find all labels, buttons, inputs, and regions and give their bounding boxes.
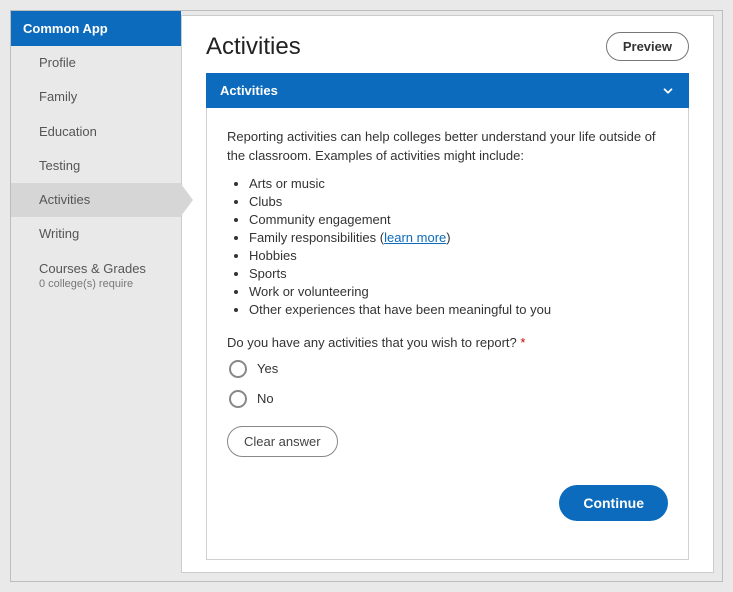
required-indicator: * bbox=[520, 335, 525, 350]
sidebar-item-label: Writing bbox=[39, 226, 79, 241]
sidebar-item-testing[interactable]: Testing bbox=[11, 149, 181, 183]
main-panel: Activities Preview Activities Reporting … bbox=[181, 15, 714, 573]
list-item: Community engagement bbox=[249, 212, 668, 227]
sidebar-item-label: Courses & Grades bbox=[39, 261, 146, 276]
radio-icon bbox=[229, 390, 247, 408]
sidebar-item-writing[interactable]: Writing bbox=[11, 217, 181, 251]
list-item: Work or volunteering bbox=[249, 284, 668, 299]
main-header: Activities Preview bbox=[206, 32, 689, 73]
clear-answer-button[interactable]: Clear answer bbox=[227, 426, 338, 457]
section-header-activities[interactable]: Activities bbox=[206, 73, 689, 108]
radio-label: No bbox=[257, 391, 274, 406]
question-label: Do you have any activities that you wish… bbox=[227, 335, 517, 350]
learn-more-link[interactable]: learn more bbox=[384, 230, 446, 245]
preview-button[interactable]: Preview bbox=[606, 32, 689, 61]
examples-list: Arts or music Clubs Community engagement… bbox=[249, 176, 668, 317]
sidebar-item-family[interactable]: Family bbox=[11, 80, 181, 114]
section-header-label: Activities bbox=[220, 83, 278, 98]
radio-option-yes[interactable]: Yes bbox=[229, 360, 668, 378]
page-title: Activities bbox=[206, 33, 301, 61]
list-item: Clubs bbox=[249, 194, 668, 209]
app-frame: Common App Profile Family Education Test… bbox=[10, 10, 723, 582]
radio-label: Yes bbox=[257, 361, 278, 376]
intro-text: Reporting activities can help colleges b… bbox=[227, 128, 668, 166]
sidebar: Common App Profile Family Education Test… bbox=[11, 11, 181, 581]
continue-button[interactable]: Continue bbox=[559, 485, 668, 521]
list-item: Family responsibilities (learn more) bbox=[249, 230, 668, 245]
chevron-down-icon bbox=[661, 84, 675, 98]
radio-option-no[interactable]: No bbox=[229, 390, 668, 408]
section-body: Reporting activities can help colleges b… bbox=[206, 108, 689, 560]
sidebar-item-education[interactable]: Education bbox=[11, 115, 181, 149]
list-item-text: Family responsibilities bbox=[249, 230, 376, 245]
sidebar-item-subtext: 0 college(s) require bbox=[39, 278, 161, 290]
sidebar-header: Common App bbox=[11, 11, 181, 46]
radio-icon bbox=[229, 360, 247, 378]
sidebar-item-profile[interactable]: Profile bbox=[11, 46, 181, 80]
sidebar-item-label: Activities bbox=[39, 192, 90, 207]
sidebar-item-courses-grades[interactable]: Courses & Grades 0 college(s) require bbox=[11, 252, 181, 300]
sidebar-item-label: Family bbox=[39, 89, 77, 104]
question-text: Do you have any activities that you wish… bbox=[227, 335, 668, 350]
list-item: Hobbies bbox=[249, 248, 668, 263]
footer-row: Continue bbox=[227, 485, 668, 521]
list-item: Other experiences that have been meaning… bbox=[249, 302, 668, 317]
sidebar-item-label: Profile bbox=[39, 55, 76, 70]
sidebar-item-activities[interactable]: Activities bbox=[11, 183, 181, 217]
sidebar-item-label: Education bbox=[39, 124, 97, 139]
sidebar-item-label: Testing bbox=[39, 158, 80, 173]
list-item: Arts or music bbox=[249, 176, 668, 191]
list-item: Sports bbox=[249, 266, 668, 281]
